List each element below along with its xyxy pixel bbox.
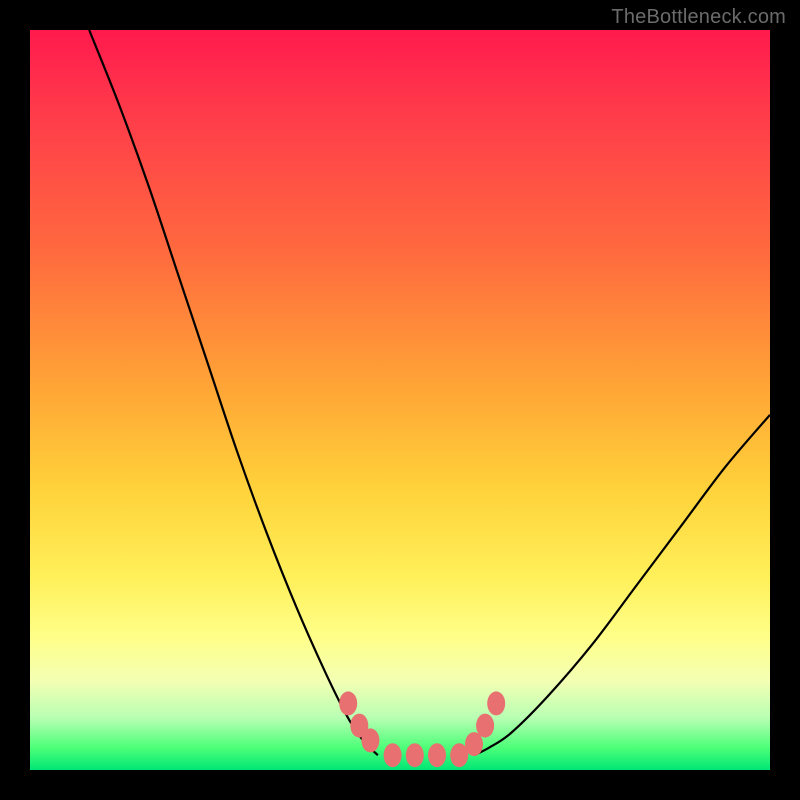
marker-node	[476, 714, 494, 738]
chart-svg	[30, 30, 770, 770]
plot-area	[30, 30, 770, 770]
marker-node	[361, 728, 379, 752]
marker-node	[428, 743, 446, 767]
right-curve	[474, 415, 770, 755]
watermark-text: TheBottleneck.com	[611, 6, 786, 29]
marker-node	[384, 743, 402, 767]
marker-node	[406, 743, 424, 767]
marker-node	[487, 691, 505, 715]
left-curve	[89, 30, 378, 755]
chart-frame: TheBottleneck.com	[0, 0, 800, 800]
bottom-markers	[339, 691, 505, 767]
marker-node	[339, 691, 357, 715]
